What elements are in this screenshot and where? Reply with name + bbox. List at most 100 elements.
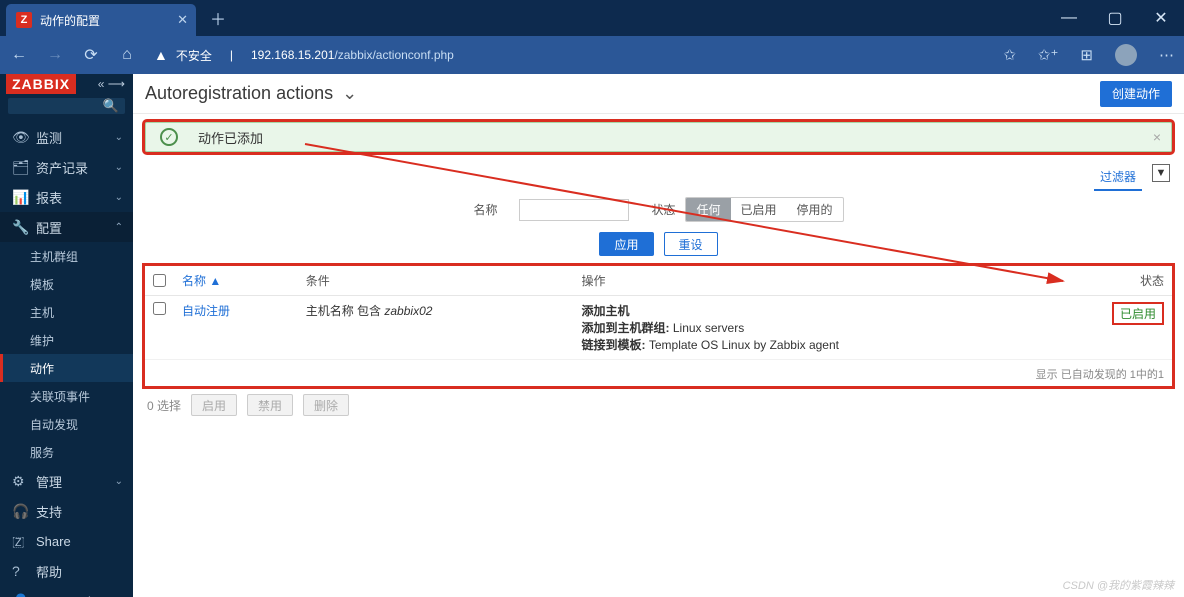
sidebar-item-reports[interactable]: 📊报表⌄ [0,182,133,212]
sidebar-sub-hosts[interactable]: 主机 [0,298,133,326]
alert-close-icon[interactable]: × [1153,129,1161,145]
back-button[interactable]: ← [10,46,28,64]
folder-icon: 🗂 [12,159,30,176]
status-disabled-button[interactable]: 停用的 [787,198,843,221]
status-enabled-link[interactable]: 已启用 [1112,302,1164,325]
tab-close-icon[interactable]: ✕ [177,12,188,28]
eye-icon: 👁 [12,129,30,146]
page-title[interactable]: Autoregistration actions ⌄ [145,83,357,104]
status-enabled-button[interactable]: 已启用 [731,198,787,221]
new-tab-button[interactable]: ＋ [210,6,226,30]
sidebar-item-user-settings[interactable]: 👤User settings [0,586,133,597]
sidebar-collapse-icon[interactable]: « ⟶ [98,77,125,91]
sidebar-bottom: 🎧支持 🇿Share ?帮助 👤User settings [0,496,133,597]
collections-icon[interactable]: ✩⁺ [1038,46,1059,64]
separator: | [230,48,233,62]
row-operations: 添加主机 添加到主机群组: Linux servers 链接到模板: Templ… [574,296,1102,360]
col-conditions[interactable]: 条件 [298,266,574,296]
chevron-down-icon: ⌄ [115,192,123,203]
user-icon: 👤 [12,593,30,597]
headset-icon: 🎧 [12,503,30,520]
chevron-down-icon: ⌄ [115,476,123,487]
sidebar-sub-hostgroups[interactable]: 主机群组 [0,242,133,270]
status-any-button[interactable]: 任何 [686,198,730,221]
filter-name-label: 名称 [473,201,497,218]
security-indicator[interactable]: ▲ 不安全 [154,47,212,64]
minimize-button[interactable]: ― [1046,0,1092,36]
close-window-button[interactable]: ✕ [1138,0,1184,36]
alert-text: 动作已添加 [198,128,263,147]
bulk-disable-button[interactable]: 禁用 [247,394,293,416]
content-area: Autoregistration actions ⌄ 创建动作 ✓ 动作已添加 … [133,74,1184,597]
zabbix-logo: ZABBIX [6,74,76,94]
sidebar: ZABBIX « ⟶ 🔍 👁监测⌄ 🗂资产记录⌄ 📊报表⌄ 🔧配置⌃ 主机群组 … [0,74,133,597]
actions-table-wrapper: 名称 ▲ 条件 操作 状态 自动注册 主机名称 包含 zabbix02 添加主机… [145,266,1172,386]
create-action-button[interactable]: 创建动作 [1100,81,1172,107]
sidebar-sub-services[interactable]: 服务 [0,438,133,466]
share-icon: 🇿 [12,533,30,550]
address-bar: ← → ⟳ ⌂ ▲ 不安全 | 192.168.15.201/zabbix/ac… [0,36,1184,74]
action-name-link[interactable]: 自动注册 [182,304,230,318]
sidebar-menu: 👁监测⌄ 🗂资产记录⌄ 📊报表⌄ 🔧配置⌃ 主机群组 模板 主机 维护 动作 关… [0,122,133,496]
success-alert: ✓ 动作已添加 × [145,122,1172,152]
bulk-delete-button[interactable]: 删除 [303,394,349,416]
bulk-enable-button[interactable]: 启用 [191,394,237,416]
filter-tab[interactable]: 过滤器 [1094,164,1142,191]
sidebar-sub-maintenance[interactable]: 维护 [0,326,133,354]
help-icon: ? [12,563,30,579]
tab-favicon-icon: Z [16,12,32,28]
sidebar-search-input[interactable]: 🔍 [8,98,125,114]
chevron-down-icon: ⌄ [115,162,123,173]
sidebar-sub-actions[interactable]: 动作 [0,354,133,382]
col-status[interactable]: 状态 [1102,266,1172,296]
actions-table: 名称 ▲ 条件 操作 状态 自动注册 主机名称 包含 zabbix02 添加主机… [145,266,1172,360]
selected-count: 0 选择 [147,397,181,414]
col-name[interactable]: 名称 ▲ [174,266,298,296]
security-text: 不安全 [176,47,212,64]
url-display[interactable]: 192.168.15.201/zabbix/actionconf.php [251,48,454,62]
sidebar-item-monitoring[interactable]: 👁监测⌄ [0,122,133,152]
apply-button[interactable]: 应用 [599,232,653,256]
filter-button-row: 应用 重设 [133,232,1184,256]
sidebar-sub-discovery[interactable]: 自动发现 [0,410,133,438]
col-operations[interactable]: 操作 [574,266,1102,296]
refresh-button[interactable]: ⟳ [82,45,100,65]
row-checkbox[interactable] [153,302,166,315]
profile-avatar-icon[interactable] [1115,44,1137,66]
page-header: Autoregistration actions ⌄ 创建动作 [133,74,1184,114]
warning-icon: ▲ [154,47,168,63]
sidebar-item-configuration[interactable]: 🔧配置⌃ [0,212,133,242]
favorites-icon[interactable]: ✩ [1003,46,1016,64]
window-titlebar: Z 动作的配置 ✕ ＋ ― ▢ ✕ [0,0,1184,36]
extensions-icon[interactable]: ⊞ [1080,46,1093,64]
forward-button[interactable]: → [46,46,64,64]
sidebar-item-share[interactable]: 🇿Share [0,526,133,556]
tab-title: 动作的配置 [40,12,100,29]
toolbar-right: ✩ ✩⁺ ⊞ ⋯ [1003,44,1174,66]
select-all-checkbox[interactable] [153,274,166,287]
logo-row: ZABBIX « ⟶ [0,74,133,94]
bulk-action-row: 0 选择 启用 禁用 删除 [147,394,1170,416]
sidebar-sub-templates[interactable]: 模板 [0,270,133,298]
menu-icon[interactable]: ⋯ [1159,46,1174,64]
filter-tabs: 过滤器 ▼ [133,160,1184,191]
sidebar-item-inventory[interactable]: 🗂资产记录⌄ [0,152,133,182]
sidebar-item-administration[interactable]: ⚙管理⌄ [0,466,133,496]
home-button[interactable]: ⌂ [118,46,136,64]
reset-button[interactable]: 重设 [664,232,718,256]
maximize-button[interactable]: ▢ [1092,0,1138,36]
app-body: ZABBIX « ⟶ 🔍 👁监测⌄ 🗂资产记录⌄ 📊报表⌄ 🔧配置⌃ 主机群组 … [0,74,1184,597]
browser-tab[interactable]: Z 动作的配置 ✕ [6,4,196,36]
dropdown-icon: ⌄ [342,83,357,103]
sidebar-sub-correlation[interactable]: 关联项事件 [0,382,133,410]
check-circle-icon: ✓ [160,128,178,146]
filter-name-input[interactable] [519,199,629,221]
sidebar-item-help[interactable]: ?帮助 [0,556,133,586]
sidebar-item-support[interactable]: 🎧支持 [0,496,133,526]
table-footer: 显示 已自动发现的 1中的1 [145,360,1172,386]
funnel-icon[interactable]: ▼ [1152,164,1170,182]
chart-icon: 📊 [12,189,30,206]
window-controls: ― ▢ ✕ [1046,0,1184,36]
row-conditions: 主机名称 包含 zabbix02 [298,296,574,360]
filter-status-label: 状态 [651,201,675,218]
